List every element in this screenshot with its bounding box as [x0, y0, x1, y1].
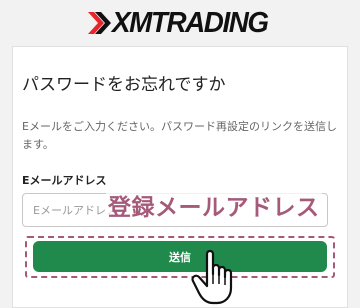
xm-logo: XMTRADING	[86, 6, 274, 39]
xm-logo-mark-icon	[87, 12, 111, 34]
logo-wordmark: XMTRADING	[111, 6, 269, 39]
annotation-label: 登録メールアドレス	[106, 188, 322, 222]
site-header: XMTRADING	[0, 0, 360, 46]
page-description: Eメールをご入力ください。パスワード再設定のリンクを送信します。	[22, 120, 337, 151]
email-field-label: Eメールアドレス	[22, 174, 107, 187]
hand-pointer-icon	[191, 249, 233, 305]
page-title: パスワードをお忘れですか	[22, 75, 226, 95]
submit-button[interactable]: 送信	[33, 241, 327, 272]
